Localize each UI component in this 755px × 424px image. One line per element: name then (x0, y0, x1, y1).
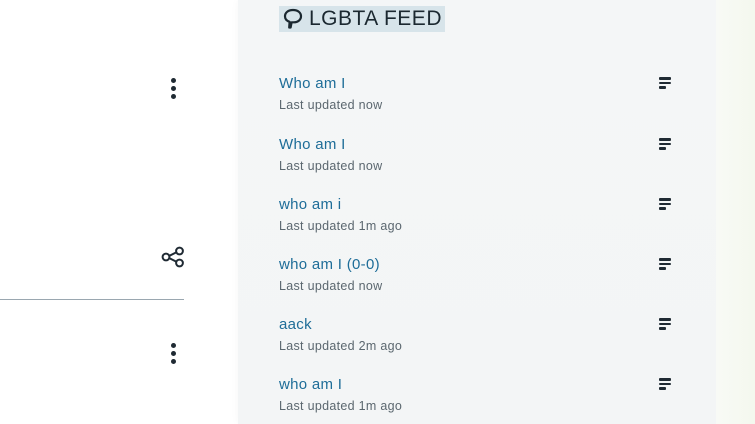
lines-menu-icon[interactable] (659, 77, 673, 91)
share-icon[interactable] (160, 246, 186, 268)
lines-menu-icon[interactable] (659, 198, 673, 212)
feed-item[interactable]: Who am I Last updated now (279, 75, 679, 121)
feed-item-updated: Last updated now (279, 98, 383, 112)
feed-item-title[interactable]: Who am I (279, 136, 346, 153)
feed-item-updated: Last updated 1m ago (279, 219, 403, 233)
feed-item[interactable]: who am I Last updated 1m ago (279, 376, 679, 422)
feed-item-title[interactable]: Who am I (279, 75, 346, 92)
lines-menu-icon[interactable] (659, 258, 673, 272)
feed-item-title[interactable]: who am I (0-0) (279, 256, 380, 273)
lines-menu-icon[interactable] (659, 378, 673, 392)
section-divider (0, 299, 184, 300)
more-vertical-icon[interactable] (163, 340, 183, 366)
lines-menu-icon[interactable] (659, 138, 673, 152)
right-edge-background (716, 0, 755, 424)
feed-title: LGBTA FEED (279, 6, 445, 32)
feed-item[interactable]: aack Last updated 2m ago (279, 316, 679, 362)
feed-item-updated: Last updated 2m ago (279, 339, 403, 353)
feed-item-updated: Last updated now (279, 159, 383, 173)
feed-item[interactable]: Who am I Last updated now (279, 136, 679, 182)
feed-item-updated: Last updated now (279, 279, 383, 293)
feed-item-updated: Last updated 1m ago (279, 399, 403, 413)
feed-item[interactable]: who am i Last updated 1m ago (279, 196, 679, 242)
speech-bubble-icon (283, 8, 303, 30)
feed-item[interactable]: who am I (0-0) Last updated now (279, 256, 679, 302)
feed-panel: LGBTA FEED Who am I Last updated now Who… (238, 0, 716, 424)
app-root: LGBTA FEED Who am I Last updated now Who… (0, 0, 755, 424)
lines-menu-icon[interactable] (659, 318, 673, 332)
feed-item-title[interactable]: who am I (279, 376, 342, 393)
feed-title-text: LGBTA FEED (309, 7, 442, 30)
more-vertical-icon[interactable] (163, 75, 183, 101)
feed-item-title[interactable]: who am i (279, 196, 341, 213)
feed-item-title[interactable]: aack (279, 316, 312, 333)
left-column (0, 0, 238, 424)
